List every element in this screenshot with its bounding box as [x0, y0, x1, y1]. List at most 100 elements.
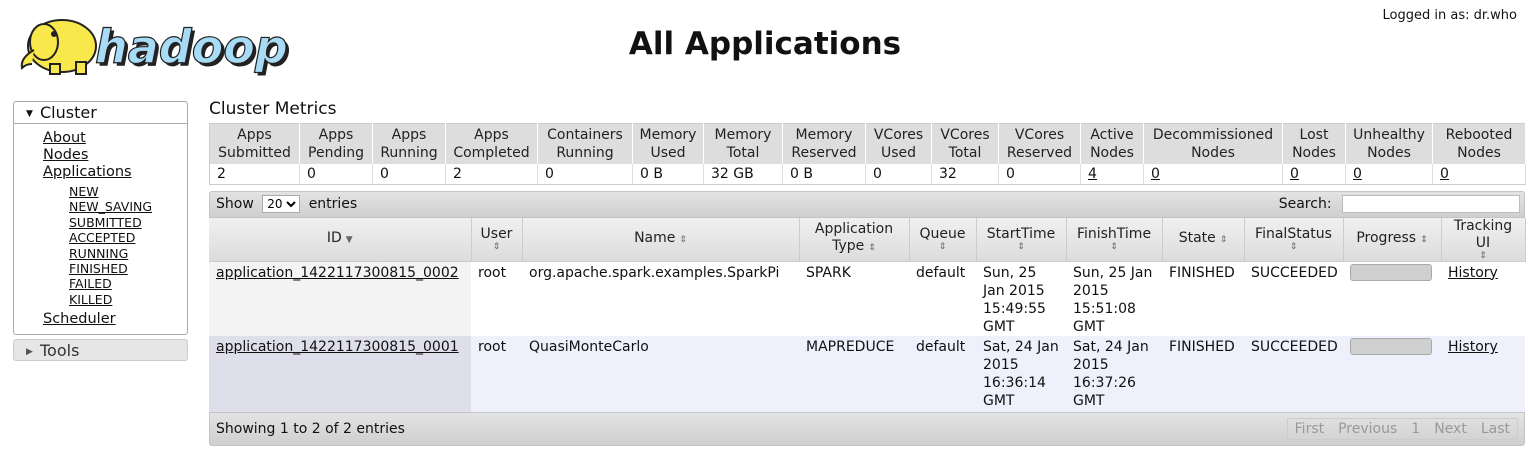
nav-state-killed[interactable]: KILLED	[69, 292, 112, 307]
page-1-button[interactable]: 1	[1404, 419, 1427, 439]
col-finish-label: FinishTime	[1076, 226, 1152, 242]
datatable-footer: Showing 1 to 2 of 2 entries First Previo…	[209, 412, 1525, 446]
datatable-toolbar: Show 20 entries Search:	[209, 190, 1525, 218]
final-status-cell: SUCCEEDED	[1244, 261, 1343, 336]
metric-header: VCores Used	[865, 123, 932, 164]
col-header-state[interactable]: State ⇕	[1162, 217, 1245, 262]
col-header-id[interactable]: ID ▼	[209, 217, 472, 262]
col-header-start-time[interactable]: StartTime ⇕	[976, 217, 1067, 262]
progress-cell	[1343, 336, 1441, 412]
metric-value-cell: 4	[1080, 164, 1144, 184]
search-label: Search:	[1278, 196, 1332, 212]
sort-both-icon: ⇕	[938, 242, 947, 252]
collapsed-triangle-icon: ▶	[26, 347, 33, 358]
tracking-cell: History	[1441, 336, 1525, 412]
metric-value-cell: 0	[1282, 164, 1346, 184]
nav-nodes-link[interactable]: Nodes	[43, 147, 88, 163]
logged-in-user: Logged in as: dr.who	[1382, 8, 1517, 23]
sort-both-icon: ⇕	[1017, 242, 1025, 252]
nav-about-link[interactable]: About	[43, 130, 86, 146]
cluster-section: ▼ Cluster About Nodes Applications NEW NE…	[13, 101, 188, 336]
col-final-status-label: FinalStatus	[1255, 226, 1332, 242]
active-nodes-link[interactable]: 4	[1088, 166, 1097, 182]
metric-value: 0 B	[632, 164, 704, 184]
table-row: application_1422117300815_0002 root org.…	[209, 261, 1525, 336]
queue-cell: default	[909, 261, 976, 336]
metric-header: Containers Running	[537, 123, 633, 164]
pagination: First Previous 1 Next Last	[1286, 418, 1518, 440]
metric-header: VCores Reserved	[998, 123, 1081, 164]
sort-desc-icon: ▼	[345, 234, 353, 245]
tools-toggle[interactable]: ▶ Tools	[13, 339, 188, 362]
col-header-progress[interactable]: Progress ⇕	[1343, 217, 1442, 262]
rebooted-nodes-link[interactable]: 0	[1440, 166, 1449, 182]
col-header-tracking-ui[interactable]: Tracking UI ⇕	[1441, 217, 1526, 262]
metric-header: Active Nodes	[1080, 123, 1144, 164]
tools-label: Tools	[40, 341, 80, 361]
sort-both-icon: ⇕	[679, 234, 687, 245]
col-header-app-type[interactable]: Application Type ⇕	[799, 217, 910, 262]
nav-state-new-saving[interactable]: NEW_SAVING	[69, 199, 152, 214]
metric-header: VCores Total	[931, 123, 999, 164]
queue-cell: default	[909, 336, 976, 412]
sort-both-icon: ⇕	[868, 243, 876, 253]
nav-scheduler-link[interactable]: Scheduler	[43, 311, 116, 327]
nav-applications-link[interactable]: Applications	[43, 164, 132, 180]
app-id-cell: application_1422117300815_0002	[209, 261, 471, 336]
col-header-queue[interactable]: Queue ⇕	[909, 217, 977, 262]
metric-value: 32	[931, 164, 999, 184]
lost-nodes-link[interactable]: 0	[1290, 166, 1299, 182]
last-page-button[interactable]: Last	[1474, 419, 1517, 439]
search-input[interactable]	[1342, 195, 1520, 213]
nav-state-running[interactable]: RUNNING	[69, 246, 128, 261]
tracking-cell: History	[1441, 261, 1525, 336]
history-link[interactable]: History	[1448, 339, 1498, 355]
metric-header: Memory Used	[632, 123, 704, 164]
finish-time-cell: Sun, 25 Jan 2015 15:51:08 GMT	[1066, 261, 1162, 336]
nav-state-failed[interactable]: FAILED	[69, 276, 112, 291]
metric-header: Lost Nodes	[1282, 123, 1346, 164]
metric-value: 0	[537, 164, 633, 184]
metric-value-cell: 0	[1345, 164, 1433, 184]
search-control: Search:	[1279, 195, 1520, 213]
page-size-select[interactable]: 20	[262, 195, 301, 213]
app-id-link[interactable]: application_1422117300815_0002	[216, 265, 459, 281]
metric-value-cell: 0	[1143, 164, 1283, 184]
page-length-control: Show 20 entries	[216, 195, 357, 213]
col-id-label: ID	[326, 229, 342, 246]
progress-bar	[1350, 263, 1432, 281]
state-cell: FINISHED	[1162, 261, 1244, 336]
nav-state-accepted[interactable]: ACCEPTED	[69, 230, 135, 245]
metric-value: 2	[209, 164, 300, 184]
col-user-label: User	[480, 226, 513, 242]
nav-state-finished[interactable]: FINISHED	[69, 261, 128, 276]
next-page-button[interactable]: Next	[1427, 419, 1474, 439]
nav-state-new[interactable]: NEW	[69, 184, 99, 199]
metric-value: 2	[445, 164, 538, 184]
col-header-finish-time[interactable]: FinishTime ⇕	[1066, 217, 1163, 262]
col-state-label: State	[1178, 229, 1216, 246]
col-header-final-status[interactable]: FinalStatus ⇕	[1244, 217, 1344, 262]
name-cell: QuasiMonteCarlo	[522, 336, 799, 412]
user-cell: root	[471, 336, 522, 412]
first-page-button[interactable]: First	[1288, 419, 1331, 439]
col-header-user[interactable]: User ⇕	[471, 217, 523, 262]
cluster-toggle[interactable]: ▼ Cluster	[14, 102, 187, 124]
app-id-link[interactable]: application_1422117300815_0001	[216, 339, 459, 355]
col-progress-label: Progress	[1356, 229, 1417, 246]
applications-datatable: Show 20 entries Search: ID ▼ User ⇕ Name…	[209, 190, 1526, 446]
history-link[interactable]: History	[1448, 265, 1498, 281]
unhealthy-nodes-link[interactable]: 0	[1353, 166, 1362, 182]
app-state-list: NEW NEW_SAVING SUBMITTED ACCEPTED RUNNIN…	[43, 184, 187, 307]
previous-page-button[interactable]: Previous	[1331, 419, 1404, 439]
apps-header-row: ID ▼ User ⇕ Name ⇕ Application Type ⇕ Queue ⇕…	[209, 217, 1526, 262]
metric-header: Apps Running	[372, 123, 446, 164]
decommissioned-nodes-link[interactable]: 0	[1151, 166, 1160, 182]
col-header-name[interactable]: Name ⇕	[522, 217, 800, 262]
col-name-label: Name	[634, 229, 676, 246]
col-tracking-label: Tracking UI	[1453, 217, 1513, 251]
progress-fill	[1351, 339, 1431, 354]
nav-state-submitted[interactable]: SUBMITTED	[69, 215, 142, 230]
metric-header: Apps Completed	[445, 123, 538, 164]
sort-both-icon: ⇕	[1289, 242, 1298, 252]
